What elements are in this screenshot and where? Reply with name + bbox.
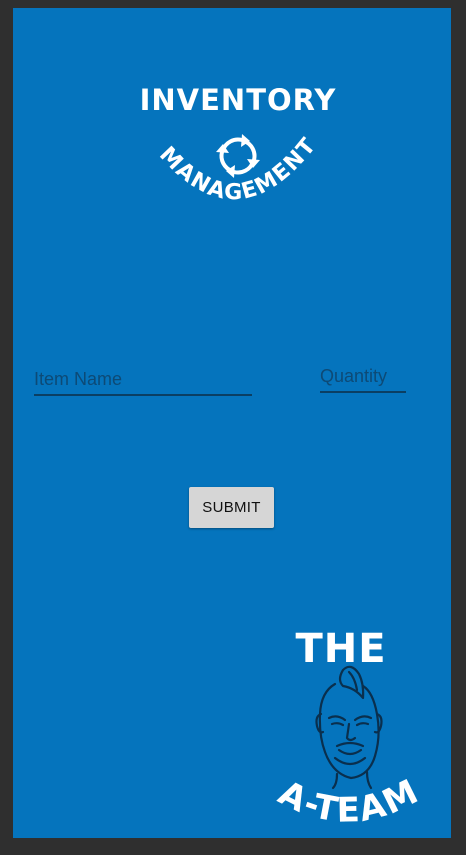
submit-button[interactable]: SUBMIT [189,487,274,528]
item-name-input[interactable] [34,364,252,394]
inventory-management-logo: INVENTORY MANAGEMENT [123,78,353,228]
logo-top-text: THE [295,626,386,672]
a-team-logo: THE A-TEAM [263,618,433,833]
app-screen: INVENTORY MANAGEMENT Item Name Quantity … [13,8,451,838]
recycle-arrows-icon [216,134,260,178]
mohawk-face-icon [315,665,383,790]
quantity-input[interactable] [320,362,406,391]
logo-bottom-text: A-TEAM [272,771,426,831]
quantity-field[interactable] [320,362,406,393]
logo-title: INVENTORY [140,83,337,117]
item-name-field[interactable] [34,364,252,396]
logo-subtitle: MANAGEMENT [154,133,322,205]
